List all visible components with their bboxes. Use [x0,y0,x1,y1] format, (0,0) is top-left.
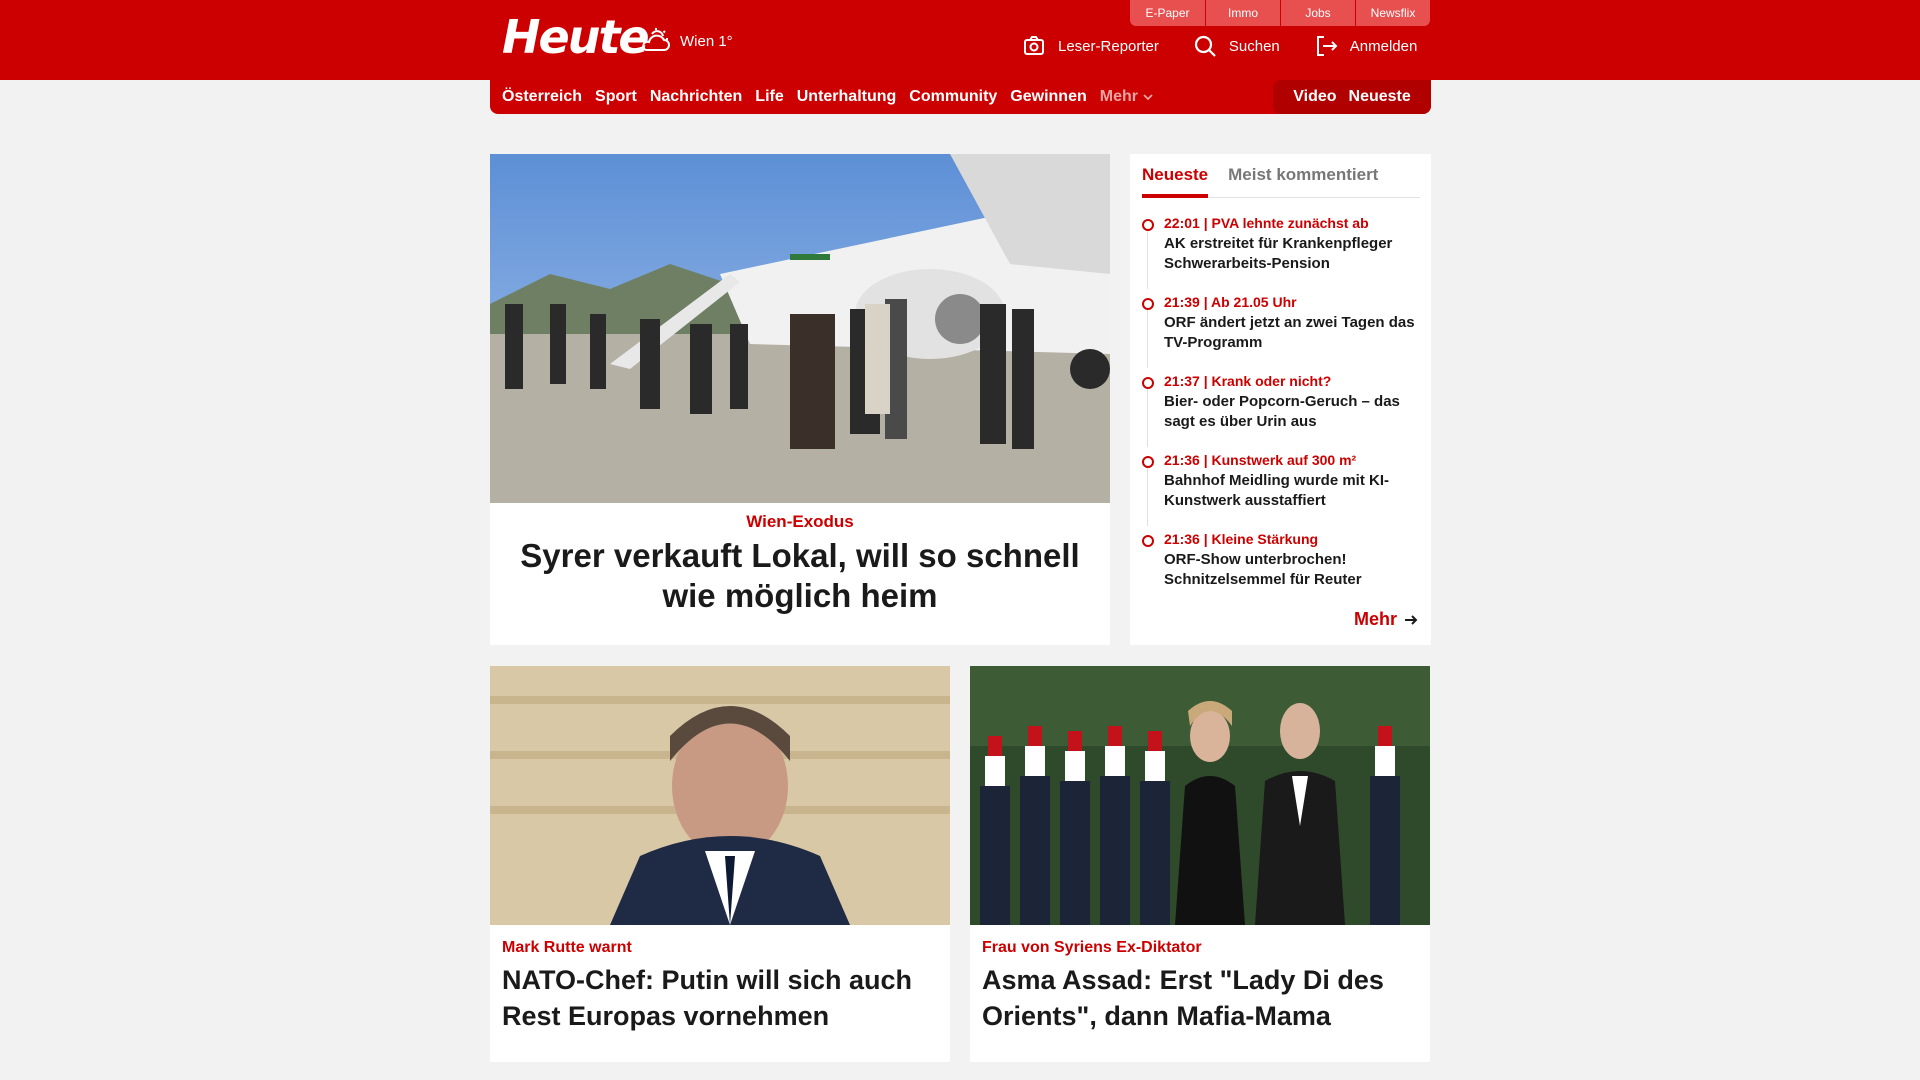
nav-item-community[interactable]: Community [909,88,997,106]
nav-item-sport[interactable]: Sport [595,88,637,106]
search-button[interactable]: Suchen [1193,34,1280,58]
list-item[interactable]: 21:37 | Krank oder nicht? Bier- oder Pop… [1142,372,1424,451]
list-item-meta: 21:36 | Kleine Stärkung [1164,531,1319,547]
cloud-sun-icon [642,28,670,51]
weather-widget[interactable]: Wien 1° [638,26,733,56]
list-item-headline[interactable]: ORF-Show unterbrochen! Schnitzelsemmel f… [1164,550,1424,590]
list-item-headline[interactable]: ORF ändert jetzt an zwei Tagen das TV-Pr… [1164,313,1424,353]
list-item-meta: 21:39 | Ab 21.05 Uhr [1164,294,1297,310]
site-header: Heute Wien 1° E-Paper Immo Jobs Newsflix… [0,0,1920,80]
list-item-headline[interactable]: AK erstreitet für Krankenpfleger Schwera… [1164,234,1424,274]
list-item[interactable]: 21:36 | Kleine Stärkung ORF-Show unterbr… [1142,530,1424,609]
list-item-meta: 21:36 | Kunstwerk auf 300 m² [1164,452,1357,468]
tab-neueste[interactable]: Neueste [1142,162,1209,198]
main-nav: Österreich Sport Nachrichten Life Unterh… [490,80,1431,114]
camera-icon [1024,36,1044,55]
latest-news-list: 22:01 | PVA lehnte zunächst ab AK erstre… [1142,214,1424,609]
list-item[interactable]: 22:01 | PVA lehnte zunächst ab AK erstre… [1142,214,1424,293]
header-actions: Leser-Reporter Suchen Anmelden [1022,34,1417,58]
leser-reporter-button[interactable]: Leser-Reporter [1022,34,1159,58]
sidebar-more-label: Mehr [1353,609,1397,629]
toptab-epaper[interactable]: E-Paper [1130,0,1205,26]
nav-item-gewinnen[interactable]: Gewinnen [1010,88,1086,106]
login-button[interactable]: Anmelden [1314,34,1418,58]
nav-more-label: Mehr [1099,88,1138,105]
sidebar-tabs: Neueste Meist kommentiert [1142,162,1420,198]
nav-item-life[interactable]: Life [755,88,783,106]
list-item[interactable]: 21:36 | Kunstwerk auf 300 m² Bahnhof Mei… [1142,451,1424,530]
search-label: Suchen [1228,37,1280,55]
login-label: Anmelden [1349,37,1418,55]
toptab-jobs[interactable]: Jobs [1280,0,1355,26]
login-icon [1316,36,1338,56]
hero-image[interactable] [490,154,1110,503]
article-card[interactable]: Frau von Syriens Ex-Diktator Asma Assad:… [970,666,1430,1062]
nav-right-group: Video Neueste [1273,80,1431,114]
article-card-title[interactable]: Asma Assad: Erst "Lady Di des Orients", … [982,962,1418,1034]
tab-meist-kommentiert[interactable]: Meist kommentiert [1228,162,1378,198]
toptab-immo[interactable]: Immo [1205,0,1280,26]
hero-title[interactable]: Syrer verkauft Lokal, will so schnell wi… [490,536,1110,616]
article-card[interactable]: Mark Rutte warnt NATO-Chef: Putin will s… [490,666,950,1062]
toptab-newsflix[interactable]: Newsflix [1355,0,1430,26]
arrow-right-icon [1405,614,1418,625]
weather-text: Wien 1° [680,32,733,50]
search-icon [1194,35,1216,57]
site-logo[interactable]: Heute [502,8,650,66]
article-card-kicker: Mark Rutte warnt [502,939,632,956]
hero-article[interactable]: Wien-Exodus Syrer verkauft Lokal, will s… [490,154,1110,645]
top-tabs: E-Paper Immo Jobs Newsflix [1130,0,1430,26]
article-card-image[interactable] [970,666,1430,925]
list-item[interactable]: 21:39 | Ab 21.05 Uhr ORF ändert jetzt an… [1142,293,1424,372]
nav-item-neueste[interactable]: Neueste [1349,88,1411,106]
sidebar-more-link[interactable]: Mehr [1354,609,1419,630]
list-item-headline[interactable]: Bier- oder Popcorn-Geruch – das sagt es … [1164,392,1424,432]
article-card-image[interactable] [490,666,950,925]
nav-more-dropdown[interactable]: Mehr [1100,88,1153,106]
latest-news-sidebar: Neueste Meist kommentiert 22:01 | PVA le… [1130,154,1431,645]
list-item-meta: 21:37 | Krank oder nicht? [1164,373,1332,389]
list-item-meta: 22:01 | PVA lehnte zunächst ab [1164,215,1369,231]
chevron-down-icon [1143,94,1153,101]
nav-item-video[interactable]: Video [1293,88,1336,106]
leser-reporter-label: Leser-Reporter [1058,37,1159,55]
hero-kicker: Wien-Exodus [746,512,854,531]
article-card-kicker: Frau von Syriens Ex-Diktator [982,939,1202,956]
nav-item-nachrichten[interactable]: Nachrichten [650,88,742,106]
article-card-title[interactable]: NATO-Chef: Putin will sich auch Rest Eur… [502,962,938,1034]
nav-item-unterhaltung[interactable]: Unterhaltung [797,88,897,106]
nav-item-oesterreich[interactable]: Österreich [502,88,582,106]
list-item-headline[interactable]: Bahnhof Meidling wurde mit KI-Kunstwerk … [1164,471,1424,511]
